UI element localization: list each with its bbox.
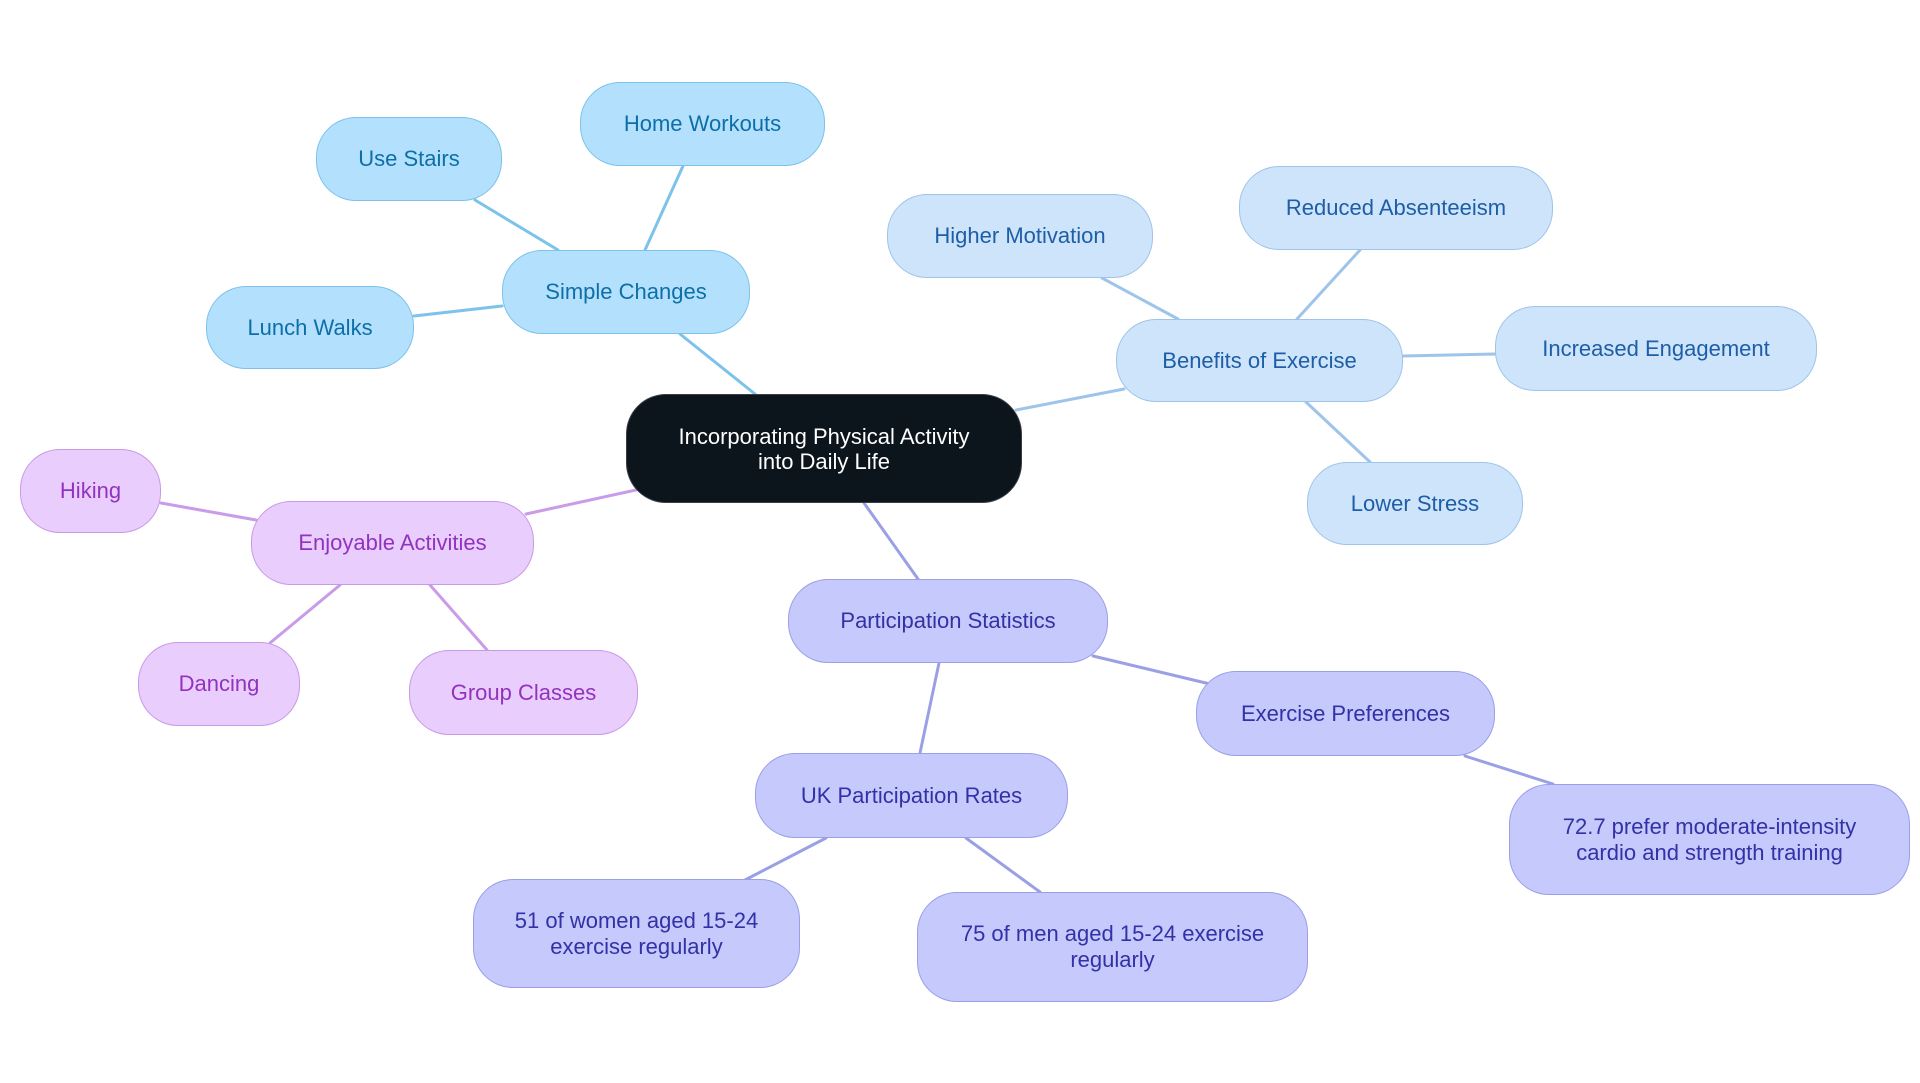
edge-benefits-stress: [1304, 400, 1372, 464]
node-lower-stress[interactable]: Lower Stress: [1307, 462, 1523, 545]
root-label-line2: into Daily Life: [757, 448, 891, 474]
node-exercise-preferences[interactable]: Exercise Preferences: [1196, 671, 1495, 756]
edge-preferences-detail: [1463, 754, 1555, 786]
edge-statistics-uk-rates: [918, 661, 941, 755]
node-label-line2: exercise regularly: [550, 933, 723, 959]
node-label: Simple Changes: [545, 279, 707, 304]
node-dancing[interactable]: Dancing: [138, 642, 300, 726]
node-label: Home Workouts: [623, 111, 782, 136]
node-label: Lunch Walks: [247, 314, 373, 340]
edge-root-benefits: [1014, 387, 1126, 412]
edge-uk-men: [964, 836, 1042, 894]
edge-root-enjoyable: [524, 488, 638, 516]
edge-benefits-engagement: [1401, 352, 1497, 358]
edge-root-simple-changes: [678, 332, 757, 396]
node-label-line1: 75 of men aged 15-24 exercise: [960, 921, 1265, 946]
edge-benefits-absenteeism: [1295, 248, 1362, 321]
node-higher-motivation[interactable]: Higher Motivation: [887, 194, 1153, 278]
edge-statistics-preferences: [1091, 654, 1212, 686]
node-label: Dancing: [178, 671, 260, 696]
node-simple-changes[interactable]: Simple Changes: [502, 250, 750, 334]
edge-uk-women: [743, 836, 828, 882]
edge-root-statistics: [862, 501, 920, 581]
node-men-participation[interactable]: 75 of men aged 15-24 exercise regularly: [917, 892, 1308, 1002]
edge-enjoyable-group-classes: [428, 583, 489, 652]
node-label: Benefits of Exercise: [1162, 347, 1357, 373]
node-label-line2: regularly: [1070, 947, 1155, 972]
edge-simple-lunch-walks: [412, 304, 504, 318]
root-node[interactable]: Incorporating Physical Activity into Dai…: [626, 394, 1022, 503]
node-lunch-walks[interactable]: Lunch Walks: [206, 286, 414, 369]
node-use-stairs[interactable]: Use Stairs: [316, 117, 502, 201]
node-label: UK Participation Rates: [800, 782, 1023, 808]
node-enjoyable-activities[interactable]: Enjoyable Activities: [251, 501, 534, 585]
node-participation-statistics[interactable]: Participation Statistics: [788, 579, 1108, 663]
node-label: Enjoyable Activities: [298, 530, 487, 555]
node-label-line2: cardio and strength training: [1576, 839, 1843, 865]
node-label: Group Classes: [450, 679, 597, 705]
edge-simple-home-workouts: [643, 164, 685, 252]
edge-benefits-motivation: [1100, 276, 1180, 321]
node-label: Higher Motivation: [934, 223, 1106, 248]
node-label: Participation Statistics: [840, 608, 1056, 633]
root-label-line1: Incorporating Physical Activity: [678, 423, 970, 449]
edge-simple-use-stairs: [473, 198, 560, 252]
node-increased-engagement[interactable]: Increased Engagement: [1495, 306, 1817, 391]
node-group-classes[interactable]: Group Classes: [409, 650, 638, 735]
node-benefits-of-exercise[interactable]: Benefits of Exercise: [1116, 319, 1403, 402]
node-home-workouts[interactable]: Home Workouts: [580, 82, 825, 166]
node-label-line1: 72.7 prefer moderate-intensity: [1562, 813, 1857, 839]
node-uk-participation-rates[interactable]: UK Participation Rates: [755, 753, 1068, 838]
node-label: Lower Stress: [1350, 490, 1480, 516]
node-label-line1: 51 of women aged 15-24: [514, 907, 759, 933]
edge-enjoyable-dancing: [268, 583, 342, 645]
node-label: Use Stairs: [358, 146, 460, 171]
node-preference-detail[interactable]: 72.7 prefer moderate-intensity cardio an…: [1509, 784, 1910, 895]
node-women-participation[interactable]: 51 of women aged 15-24 exercise regularl…: [473, 879, 800, 988]
node-reduced-absenteeism[interactable]: Reduced Absenteeism: [1239, 166, 1553, 250]
edge-enjoyable-hiking: [159, 501, 258, 522]
node-hiking[interactable]: Hiking: [20, 449, 161, 533]
node-label: Reduced Absenteeism: [1285, 195, 1507, 220]
node-label: Increased Engagement: [1542, 335, 1770, 361]
node-label: Exercise Preferences: [1240, 700, 1451, 726]
node-label: Hiking: [59, 478, 122, 503]
